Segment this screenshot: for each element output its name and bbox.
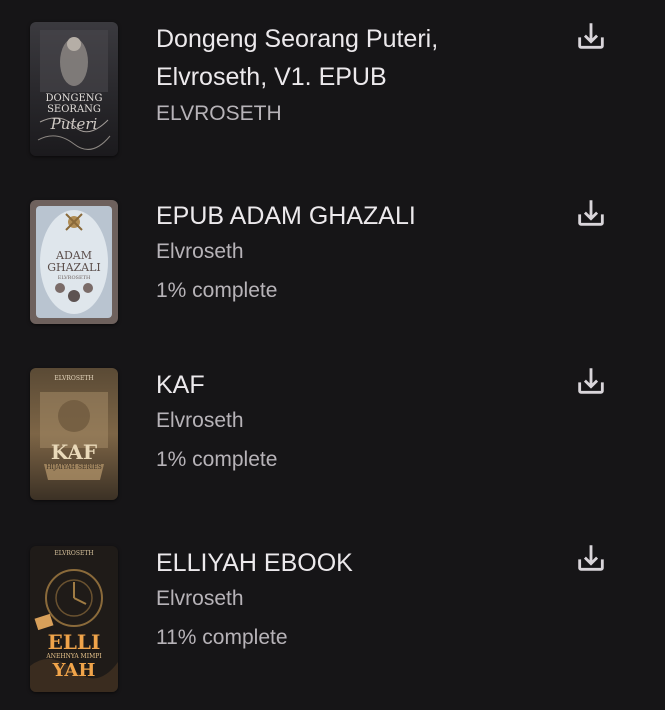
reading-progress: 1% complete (156, 448, 278, 471)
book-author: ELVROSETH (156, 102, 282, 125)
book-meta[interactable]: KAF Elvroseth 1% complete (156, 366, 556, 475)
cover-title: ADAM (56, 249, 92, 262)
book-title: EPUB ADAM GHAZALI (156, 202, 416, 230)
cover-title: SEORANG (47, 104, 101, 115)
book-author: Elvroseth (156, 240, 244, 263)
download-button[interactable] (571, 195, 611, 235)
download-button[interactable] (571, 363, 611, 403)
cover-title: GHAZALI (47, 261, 101, 274)
book-list: DONGENG SEORANG Puteri Dongeng Seorang P… (0, 0, 665, 710)
book-title: ELLIYAH EBOOK (156, 549, 353, 577)
book-cover[interactable]: ELVROSETH KAF HIJAIYAH SERIES (30, 368, 118, 500)
cover-title: Puteri (50, 115, 98, 133)
book-cover[interactable]: ADAM GHAZALI ELVROSETH (30, 200, 118, 324)
cover-title: YAH (52, 660, 96, 681)
book-cover[interactable]: DONGENG SEORANG Puteri (30, 22, 118, 156)
list-item[interactable]: ADAM GHAZALI ELVROSETH EPUB ADAM GHAZALI… (0, 180, 665, 340)
book-meta[interactable]: ELLIYAH EBOOK Elvroseth 11% complete (156, 544, 556, 653)
download-icon (574, 19, 608, 58)
cover-subtitle: HIJAIYAH SERIES (46, 464, 102, 471)
book-meta[interactable]: EPUB ADAM GHAZALI Elvroseth 1% complete (156, 197, 556, 306)
download-icon (574, 541, 608, 580)
cover-author: ELVROSETH (54, 375, 94, 382)
reading-progress: 11% complete (156, 626, 288, 649)
book-meta[interactable]: Dongeng Seorang Puteri, Elvroseth, V1. E… (156, 20, 556, 129)
cover-title: DONGENG (45, 93, 103, 104)
list-item[interactable]: ELVROSETH ELLI ANEHNYA MIMPI YAH ELLIYAH… (0, 525, 665, 710)
book-author: Elvroseth (156, 587, 244, 610)
book-title: KAF (156, 371, 205, 399)
book-author: Elvroseth (156, 409, 244, 432)
cover-author: ELVROSETH (57, 275, 91, 281)
download-button[interactable] (571, 18, 611, 58)
cover-title: KAF (50, 440, 98, 464)
list-item[interactable]: DONGENG SEORANG Puteri Dongeng Seorang P… (0, 0, 665, 160)
reading-progress: 1% complete (156, 279, 278, 302)
book-cover[interactable]: ELVROSETH ELLI ANEHNYA MIMPI YAH (30, 546, 118, 692)
download-icon (574, 364, 608, 403)
download-icon (574, 196, 608, 235)
list-item[interactable]: ELVROSETH KAF HIJAIYAH SERIES KAF Elvros… (0, 348, 665, 508)
book-title: Dongeng Seorang Puteri, Elvroseth, V1. E… (156, 25, 439, 91)
cover-author: ELVROSETH (54, 550, 94, 557)
cover-title: ELLI (47, 630, 101, 654)
download-button[interactable] (571, 540, 611, 580)
